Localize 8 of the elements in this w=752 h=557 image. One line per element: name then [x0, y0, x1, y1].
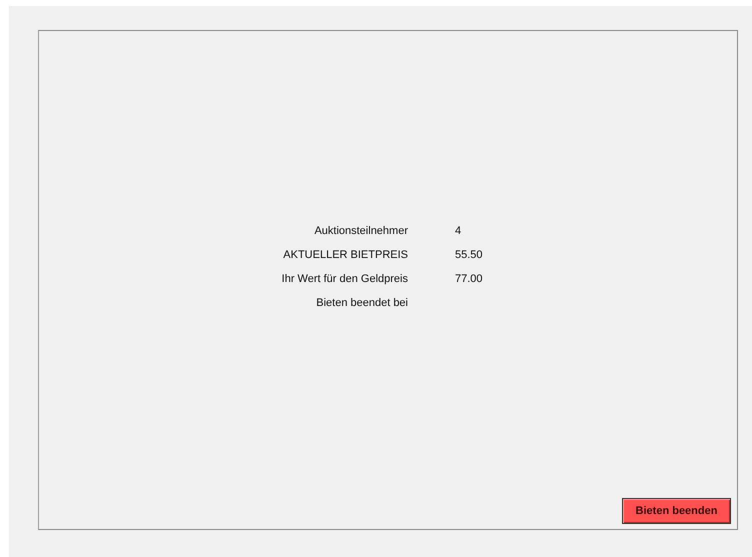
- field-value: 55.50: [455, 248, 484, 263]
- field-value: 77.00: [455, 272, 484, 287]
- field-label: Auktionsteilnehmer: [313, 224, 408, 239]
- field-label: Bieten beendet bei: [315, 296, 408, 311]
- field-value: 4: [455, 224, 462, 239]
- field-label: AKTUELLER BIETPREIS: [282, 248, 408, 263]
- field-label: Ihr Wert für den Geldpreis: [280, 272, 408, 287]
- end-bidding-button[interactable]: Bieten beenden: [622, 498, 731, 524]
